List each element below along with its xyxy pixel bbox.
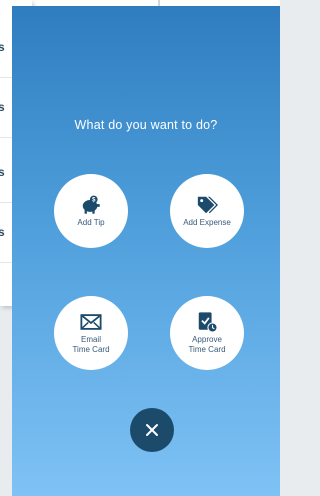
- approve-time-card-label-line2: Time Card: [188, 345, 226, 354]
- list-item-text: s: [0, 165, 5, 179]
- close-icon: [146, 424, 158, 436]
- email-time-card-label-line2: Time Card: [72, 345, 110, 354]
- add-tip-button[interactable]: $ Add Tip: [54, 174, 128, 248]
- list-item-text: s: [0, 40, 5, 54]
- add-expense-label: Add Expense: [183, 218, 231, 227]
- overlay-prompt: What do you want to do?: [74, 118, 218, 132]
- email-time-card-label: Email Time Card: [72, 335, 109, 355]
- email-time-card-label-line1: Email: [80, 335, 101, 344]
- screen: s s s s What do you want to do? $ Add Ti…: [0, 0, 280, 496]
- list-item-text: s: [0, 100, 5, 114]
- close-button[interactable]: [130, 408, 174, 452]
- envelope-icon: [80, 314, 102, 330]
- clipboard-check-icon: [198, 312, 218, 333]
- tags-icon: [197, 196, 218, 214]
- approve-time-card-label: Approve Time Card: [188, 335, 225, 355]
- list-item-text: s: [0, 225, 5, 239]
- action-overlay: What do you want to do? $ Add Tip Add Ex…: [12, 6, 280, 496]
- approve-time-card-label-line1: Approve: [192, 335, 222, 344]
- piggy-bank-icon: $: [82, 195, 100, 214]
- add-tip-label: Add Tip: [77, 218, 105, 227]
- email-time-card-button[interactable]: Email Time Card: [54, 296, 128, 370]
- add-expense-button[interactable]: Add Expense: [170, 174, 244, 248]
- approve-time-card-button[interactable]: Approve Time Card: [170, 296, 244, 370]
